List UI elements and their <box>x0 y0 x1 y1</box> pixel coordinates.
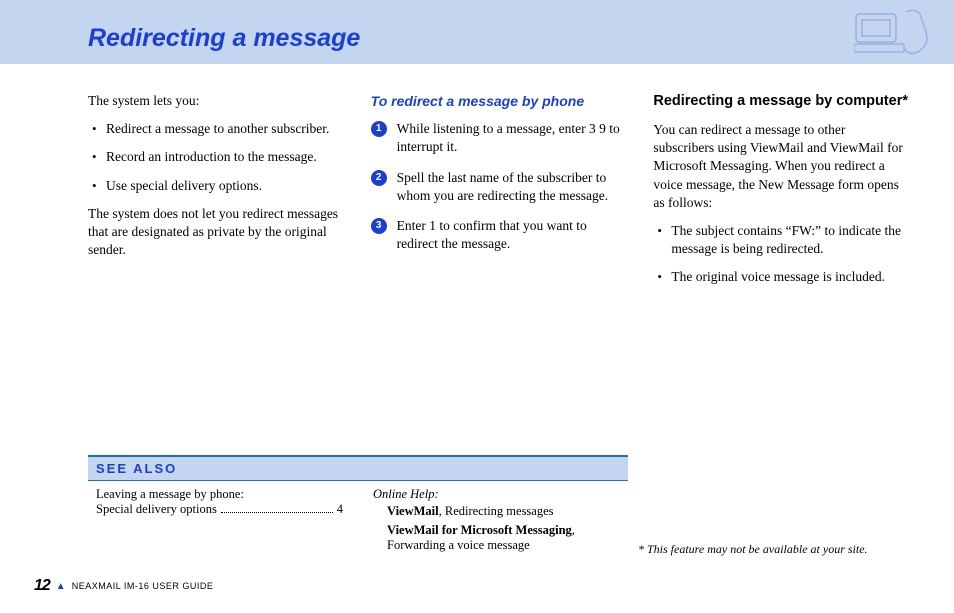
list-item: Use special delivery options. <box>106 177 343 195</box>
sa-left-label: Special delivery options <box>96 502 217 517</box>
by-computer-heading: Redirecting a message by computer* <box>653 92 908 111</box>
intro-column: The system lets you: Redirect a message … <box>88 92 343 297</box>
page-title: Redirecting a message <box>88 24 954 53</box>
sa-item-bold: ViewMail <box>387 504 439 518</box>
sa-right-item2: ViewMail for Microsoft Messaging, Forwar… <box>387 523 620 553</box>
by-phone-column: To redirect a message by phone 1 While li… <box>371 92 626 297</box>
list-item: The original voice message is included. <box>671 268 908 286</box>
step-item: 2 Spell the last name of the subscriber t… <box>371 169 626 205</box>
sa-left-page: 4 <box>337 502 343 517</box>
by-computer-bullets: The subject contains “FW:” to indicate t… <box>653 222 908 287</box>
sa-item-bold: ViewMail for Microsoft Messaging <box>387 523 572 537</box>
by-computer-column: Redirecting a message by computer* You c… <box>653 92 908 297</box>
content-columns: The system lets you: Redirect a message … <box>0 64 954 297</box>
sa-right-lead: Online Help: <box>373 487 620 502</box>
see-also-body: Leaving a message by phone: Special deli… <box>88 481 628 557</box>
list-item: The subject contains “FW:” to indicate t… <box>671 222 908 258</box>
step-number-icon: 1 <box>371 121 387 137</box>
step-number-icon: 3 <box>371 218 387 234</box>
intro-lead: The system lets you: <box>88 92 343 110</box>
footnote: * This feature may not be available at y… <box>638 542 908 557</box>
page-footer: 12 ▲ NEAXMAIL IM-16 USER GUIDE <box>34 577 213 595</box>
intro-note: The system does not let you redirect mes… <box>88 205 343 260</box>
computer-phone-icon <box>854 8 934 58</box>
see-also-section: SEE ALSO Leaving a message by phone: Spe… <box>88 455 628 557</box>
sa-left-line1: Leaving a message by phone: <box>96 487 343 502</box>
step-text: Enter 1 to confirm that you want to redi… <box>397 218 587 251</box>
sa-right-item1: ViewMail, Redirecting messages <box>387 504 620 519</box>
triangle-icon: ▲ <box>56 581 66 592</box>
step-text: While listening to a message, enter 3 9 … <box>397 121 620 154</box>
see-also-right: Online Help: ViewMail, Redirecting messa… <box>373 487 620 557</box>
sa-item-rest: , Redirecting messages <box>439 504 554 518</box>
list-item: Redirect a message to another subscriber… <box>106 120 343 138</box>
by-phone-heading: To redirect a message by phone <box>371 92 626 110</box>
sa-left-line2: Special delivery options 4 <box>96 502 343 517</box>
intro-bullets: Redirect a message to another subscriber… <box>88 120 343 195</box>
step-number-icon: 2 <box>371 170 387 186</box>
title-banner: Redirecting a message <box>0 0 954 64</box>
step-item: 3 Enter 1 to confirm that you want to red… <box>371 217 626 253</box>
phone-steps: 1 While listening to a message, enter 3 9… <box>371 120 626 253</box>
page-number: 12 <box>34 577 50 595</box>
see-also-left: Leaving a message by phone: Special deli… <box>96 487 343 557</box>
by-computer-lead: You can redirect a message to other subs… <box>653 121 908 212</box>
step-text: Spell the last name of the subscriber to… <box>397 170 608 203</box>
leader-dots <box>221 503 333 513</box>
list-item: Record an introduction to the message. <box>106 148 343 166</box>
guide-name: NEAXMAIL IM-16 USER GUIDE <box>72 581 214 591</box>
step-item: 1 While listening to a message, enter 3 9… <box>371 120 626 156</box>
see-also-heading: SEE ALSO <box>88 455 628 481</box>
